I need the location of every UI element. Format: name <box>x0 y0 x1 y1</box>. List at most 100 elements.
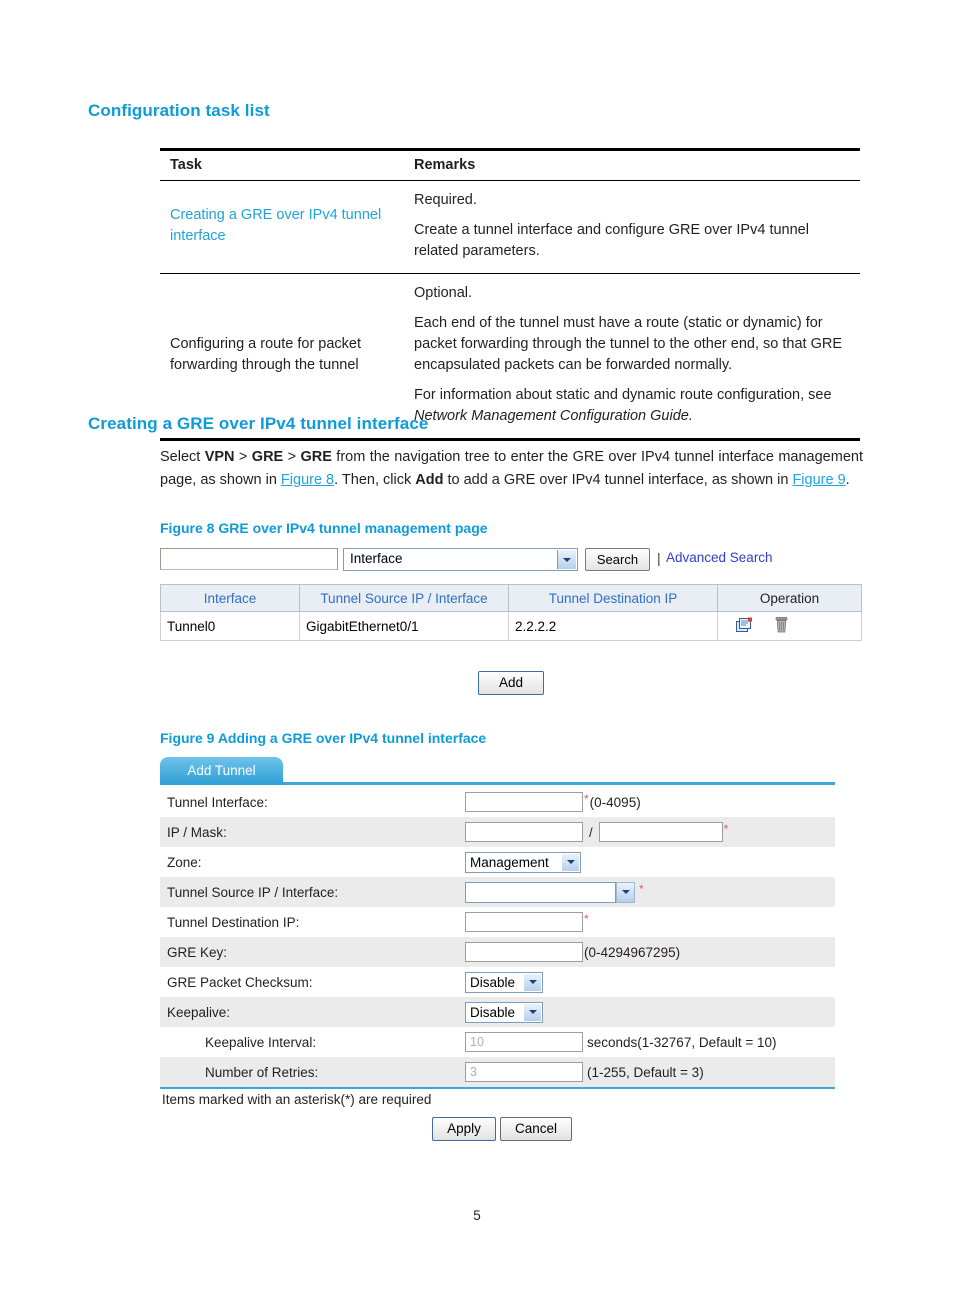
cell-interface: Tunnel0 <box>160 611 300 641</box>
column-header-task: Task <box>160 149 404 181</box>
required-asterisk: * <box>584 912 589 926</box>
gre-checksum-select-value: Disable <box>470 974 516 990</box>
chevron-down-icon <box>524 973 541 991</box>
search-input[interactable] <box>160 548 338 570</box>
nav-gre-sub: GRE <box>300 449 332 465</box>
table-row: Tunnel0 GigabitEthernet0/1 2.2.2.2 <box>160 611 862 641</box>
remarks-cell: Required. Create a tunnel interface and … <box>404 180 860 274</box>
paragraph-text: Select <box>160 449 205 465</box>
task-cell: Creating a GRE over IPv4 tunnel interfac… <box>160 180 404 274</box>
label-tunnel-destination: Tunnel Destination IP: <box>167 914 300 930</box>
search-button[interactable]: Search <box>585 548 650 571</box>
hint-gre-key: (0-4294967295) <box>584 944 681 960</box>
form-row-number-of-retries: Number of Retries: 3 (1-255, Default = 3… <box>160 1057 835 1087</box>
control-gre-packet-checksum: Disable <box>465 971 543 993</box>
column-header-interface[interactable]: Interface <box>160 584 300 612</box>
control-tunnel-destination: * <box>465 912 589 932</box>
bold-add: Add <box>415 472 444 488</box>
edit-icon[interactable] <box>736 617 753 636</box>
form-row-keepalive-interval: Keepalive Interval: 10 seconds(1-32767, … <box>160 1027 835 1057</box>
search-field-select[interactable]: Interface <box>343 548 578 571</box>
keepalive-select-value: Disable <box>470 1004 516 1020</box>
paragraph-text: . Then, click <box>334 472 416 488</box>
chevron-down-icon[interactable] <box>616 881 635 903</box>
cell-tunnel-source: GigabitEthernet0/1 <box>299 611 509 641</box>
label-tunnel-source: Tunnel Source IP / Interface: <box>167 884 339 900</box>
chevron-down-icon <box>557 550 576 569</box>
figure-9-screenshot: Add Tunnel Tunnel Interface: * (0-4095) … <box>160 757 860 1147</box>
apply-button[interactable]: Apply <box>432 1117 496 1141</box>
remark-line: Required. <box>414 192 477 208</box>
paragraph-text: to add a GRE over IPv4 tunnel interface,… <box>443 472 793 488</box>
link-creating-gre-over-ipv4-tunnel-interface[interactable]: Creating a GRE over IPv4 tunnel interfac… <box>170 207 381 244</box>
nav-separator: > <box>234 449 252 465</box>
page-heading-configuration-task-list: Configuration task list <box>88 101 270 120</box>
add-button[interactable]: Add <box>478 671 544 695</box>
link-figure-8[interactable]: Figure 8 <box>281 472 334 488</box>
configuration-task-table: Task Remarks Creating a GRE over IPv4 tu… <box>160 148 860 441</box>
tunnel-destination-input[interactable] <box>465 912 583 932</box>
nav-gre: GRE <box>251 449 284 465</box>
table-header-row: Interface Tunnel Source IP / Interface T… <box>160 584 862 612</box>
figure-9-caption: Figure 9 Adding a GRE over IPv4 tunnel i… <box>160 730 487 746</box>
tab-underline <box>283 782 835 785</box>
hint-tunnel-interface: (0-4095) <box>589 794 641 810</box>
form-row-gre-packet-checksum: GRE Packet Checksum: Disable <box>160 967 835 997</box>
label-gre-key: GRE Key: <box>167 944 228 960</box>
form-row-ip-mask: IP / Mask: / * <box>160 817 835 847</box>
link-figure-9[interactable]: Figure 9 <box>792 472 845 488</box>
remark-line: For information about static and dynamic… <box>414 387 832 424</box>
form-action-bar: Apply Cancel <box>160 1113 860 1147</box>
required-asterisk: * <box>584 792 589 806</box>
tunnel-source-combobox[interactable] <box>465 881 635 903</box>
required-fields-note: Items marked with an asterisk(*) are req… <box>162 1092 432 1107</box>
advanced-search-link[interactable]: Advanced Search <box>666 550 773 565</box>
guide-title: Network Management Configuration Guide. <box>414 408 693 424</box>
control-tunnel-source: * <box>465 881 644 903</box>
tab-add-tunnel[interactable]: Add Tunnel <box>160 757 283 785</box>
form-row-tunnel-interface: Tunnel Interface: * (0-4095) <box>160 787 835 817</box>
column-header-tunnel-source[interactable]: Tunnel Source IP / Interface <box>299 584 509 612</box>
paragraph-text: . <box>845 472 850 488</box>
tab-bar: Add Tunnel <box>160 757 860 787</box>
keepalive-interval-input[interactable]: 10 <box>465 1032 583 1052</box>
required-asterisk: * <box>639 881 644 896</box>
page-heading-creating-gre-tunnel-interface: Creating a GRE over IPv4 tunnel interfac… <box>88 414 429 433</box>
control-keepalive-interval: 10 seconds(1-32767, Default = 10) <box>465 1032 777 1052</box>
cancel-button[interactable]: Cancel <box>500 1117 572 1141</box>
search-toolbar: Interface Search | Advanced Search <box>160 548 863 574</box>
column-header-tunnel-destination[interactable]: Tunnel Destination IP <box>508 584 718 612</box>
figure-8-caption: Figure 8 GRE over IPv4 tunnel management… <box>160 520 488 536</box>
control-zone: Management <box>465 851 581 873</box>
cell-tunnel-destination: 2.2.2.2 <box>508 611 718 641</box>
remarks-cell: Optional. Each end of the tunnel must ha… <box>404 273 860 441</box>
nav-separator: > <box>283 449 301 465</box>
remark-line: Create a tunnel interface and configure … <box>414 222 809 259</box>
gre-key-input[interactable] <box>465 942 583 962</box>
chevron-down-icon <box>524 1003 541 1021</box>
zone-select[interactable]: Management <box>465 851 581 873</box>
hint-keepalive-interval: seconds(1-32767, Default = 10) <box>587 1034 777 1050</box>
column-header-operation: Operation <box>717 584 862 612</box>
nav-vpn: VPN <box>204 449 235 465</box>
form-row-keepalive: Keepalive: Disable <box>160 997 835 1027</box>
control-number-of-retries: 3 (1-255, Default = 3) <box>465 1062 704 1082</box>
control-keepalive: Disable <box>465 1001 543 1023</box>
tunnel-interface-input[interactable] <box>465 792 583 812</box>
table-header-row: Task Remarks <box>160 149 860 181</box>
form-row-zone: Zone: Management <box>160 847 835 877</box>
gre-checksum-select[interactable]: Disable <box>465 971 543 993</box>
column-header-remarks: Remarks <box>404 149 860 181</box>
delete-icon[interactable] <box>775 616 788 636</box>
form-row-tunnel-source: Tunnel Source IP / Interface: * <box>160 877 835 907</box>
keepalive-select[interactable]: Disable <box>465 1001 543 1023</box>
chevron-down-icon <box>562 853 579 871</box>
ip-address-input[interactable] <box>465 822 583 842</box>
control-tunnel-interface: * (0-4095) <box>465 792 641 812</box>
mask-input[interactable] <box>598 822 723 842</box>
label-keepalive-interval: Keepalive Interval: <box>205 1034 317 1050</box>
required-asterisk: * <box>723 822 729 836</box>
number-of-retries-input[interactable]: 3 <box>465 1062 583 1082</box>
control-ip-mask: / * <box>465 822 728 842</box>
label-tunnel-interface: Tunnel Interface: <box>167 794 268 810</box>
